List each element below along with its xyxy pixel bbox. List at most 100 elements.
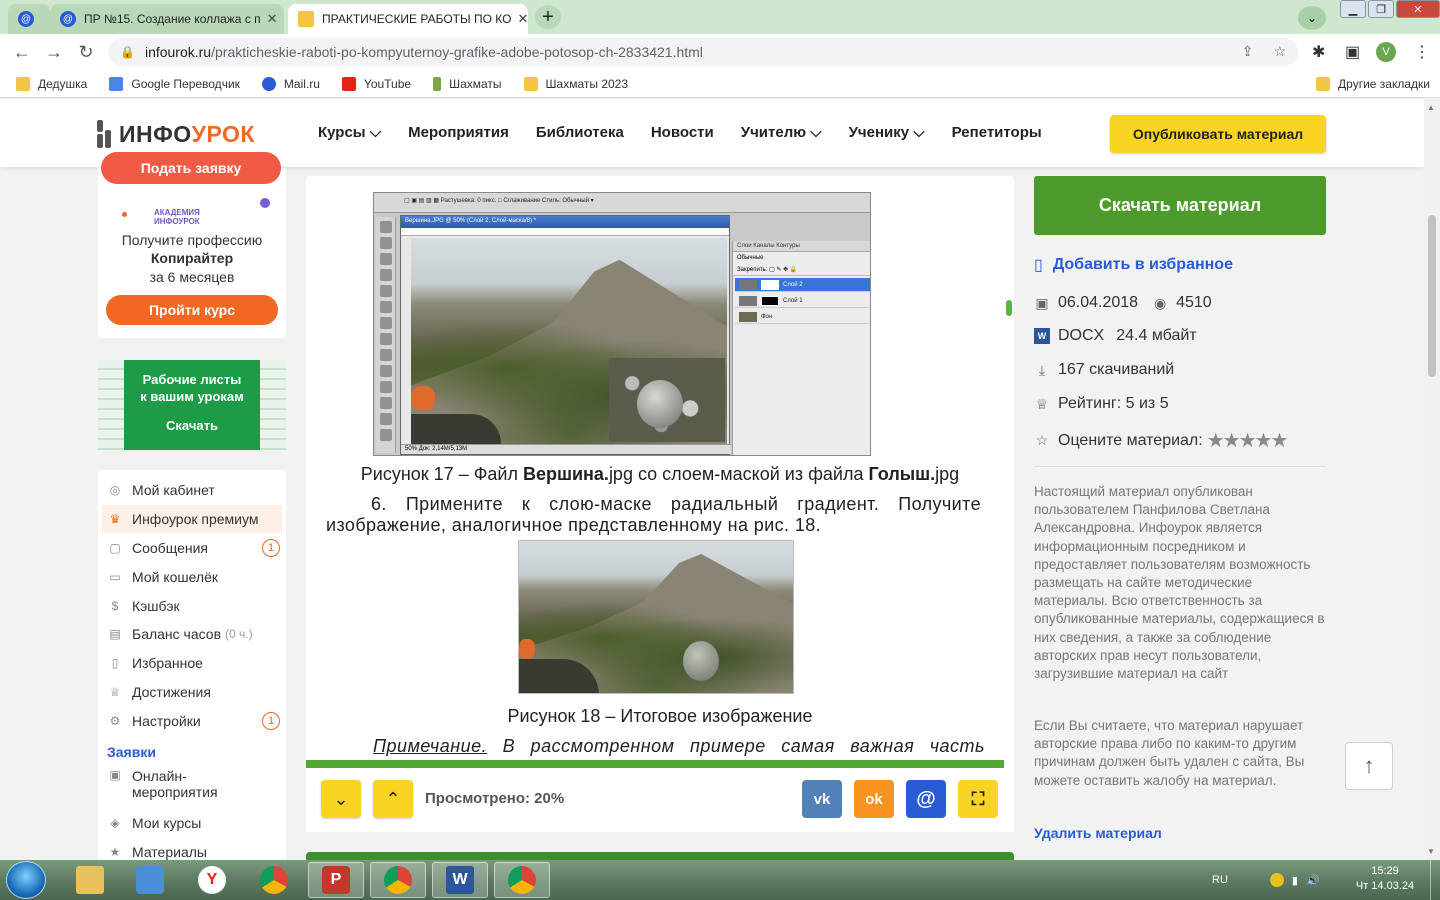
address-bar[interactable]: 🔒 infourok.ru/prakticheskie-raboti-po-ko… — [108, 38, 1298, 66]
page-scroll-thumb[interactable] — [1428, 215, 1436, 377]
new-tab-button[interactable]: + — [535, 5, 561, 29]
sidebar-item-premium[interactable]: ♛ Инфоурок премиум — [102, 505, 282, 533]
other-bookmarks[interactable]: Другие закладки — [1316, 76, 1430, 91]
bookmark-item[interactable]: Шахматы — [433, 76, 502, 91]
sidebar-item-settings[interactable]: ⚙ Настройки 1 — [102, 707, 282, 735]
back-arrow-icon[interactable]: ← — [6, 36, 38, 68]
download-material-button[interactable]: Скачать материал — [1034, 176, 1326, 235]
share-ok-button[interactable]: ok — [854, 780, 894, 818]
sidebar-item-my-courses[interactable]: ◈ Мои курсы — [102, 809, 282, 837]
sidebar-item-online-events[interactable]: ▣ Онлайн- мероприятия — [102, 768, 282, 804]
language-indicator[interactable]: RU — [1212, 874, 1228, 886]
scroll-to-top-button[interactable]: ↑ — [1345, 742, 1393, 790]
nav-courses[interactable]: Курсы ⌵ — [318, 124, 381, 141]
sidebar-item-wallet[interactable]: ▭ Мой кошелёк — [102, 563, 282, 591]
gear-icon: ⚙ — [109, 714, 121, 728]
pebble-rock — [683, 641, 719, 681]
add-to-favorites-link[interactable]: ▯ Добавить в избранное — [1034, 255, 1233, 275]
bookmark-item[interactable]: Дедушка — [16, 76, 87, 91]
bookmark-item[interactable]: Шахматы 2023 — [523, 76, 628, 91]
submit-request-button[interactable]: Подать заявку — [101, 152, 281, 184]
sidebar-item-hours[interactable]: ▤ Баланс часов (0 ч.) — [102, 620, 282, 648]
browser-menu-icon[interactable]: ⋮ — [1414, 34, 1430, 70]
nav-teacher[interactable]: Учителю ⌵ — [741, 124, 822, 141]
browser-tab-2-active[interactable]: ПРАКТИЧЕСКИЕ РАБОТЫ ПО КО ✕ — [288, 4, 528, 34]
chess-icon — [433, 76, 442, 91]
forward-arrow-icon[interactable]: → — [38, 36, 70, 68]
extensions-puzzle-icon[interactable]: ✱ — [1312, 34, 1325, 70]
sidepanel-icon[interactable]: ▣ — [1345, 34, 1360, 70]
page-up-button[interactable]: ⌃ — [373, 780, 413, 818]
nav-news[interactable]: Новости — [651, 124, 714, 141]
folder-icon — [523, 76, 538, 91]
taskbar-chrome[interactable] — [246, 862, 302, 898]
share-mail-button[interactable]: @ — [906, 780, 946, 818]
odnoklassniki-icon: ok — [865, 790, 883, 808]
document-page[interactable]: ▢ ▣ ▤ ▥ ▦ Растушевка: 0 пикс. □ Сглажива… — [306, 176, 1014, 760]
share-icon[interactable]: ⇪ — [1242, 43, 1254, 60]
document-scrollbar[interactable] — [1005, 190, 1013, 760]
rating-star-icon[interactable]: ★ — [1207, 430, 1225, 452]
reload-icon[interactable]: ↻ — [70, 36, 102, 68]
nav-events[interactable]: Мероприятия — [408, 124, 509, 141]
nav-library[interactable]: Библиотека — [536, 124, 624, 141]
rating-star-icon[interactable]: ★ — [1239, 430, 1257, 452]
taskbar-word[interactable]: W — [432, 862, 488, 898]
bookmark-star-icon[interactable]: ☆ — [1273, 43, 1286, 60]
close-window-button[interactable]: ✕ — [1396, 0, 1440, 18]
browser-tab-0[interactable]: @ — [8, 4, 50, 34]
browser-tab-bar: @ @ ПР №15. Создание коллажа с п ✕ ПРАКТ… — [0, 0, 1440, 34]
ps-layer-row: Фон — [735, 310, 870, 324]
nav-student[interactable]: Ученику ⌵ — [849, 124, 925, 141]
taskbar-app-p[interactable]: P — [308, 862, 364, 898]
rating-star-icon[interactable]: ★ — [1223, 430, 1241, 452]
sidebar-item-cashback[interactable]: $ Кэшбэк — [102, 592, 282, 620]
bookmark-item[interactable]: Google Переводчик — [109, 76, 240, 91]
banner-download[interactable]: Скачать — [98, 418, 286, 433]
profile-avatar[interactable]: V — [1376, 42, 1396, 62]
infourok-logo[interactable]: ИНФО УРОК — [97, 120, 255, 148]
publish-material-button[interactable]: Опубликовать материал — [1110, 115, 1326, 153]
signal-icon[interactable]: ▮ — [1292, 874, 1298, 887]
volume-icon[interactable]: 🔊 — [1306, 874, 1320, 887]
start-button[interactable] — [6, 861, 46, 899]
taskbar-yandex[interactable]: Y — [184, 862, 240, 898]
fullscreen-button[interactable]: ⛶ — [958, 780, 998, 818]
network-app-icon[interactable] — [1269, 873, 1284, 887]
messages-badge: 1 — [262, 539, 280, 557]
document-scroll-thumb[interactable] — [1006, 300, 1012, 316]
close-tab-icon[interactable]: ✕ — [261, 11, 278, 27]
rating-star-icon[interactable]: ★ — [1270, 430, 1288, 452]
page-down-button[interactable]: ⌄ — [321, 780, 361, 818]
sidebar-item-cabinet[interactable]: ◎ Мой кабинет — [102, 476, 282, 504]
bookmark-item[interactable]: YouTube — [341, 76, 411, 91]
maximize-button[interactable]: ❐ — [1368, 0, 1394, 18]
taskbar-explorer[interactable] — [62, 862, 118, 898]
minimize-button[interactable]: ▁ — [1340, 0, 1366, 18]
sidebar-item-achievements[interactable]: ♕ Достижения — [102, 678, 282, 706]
worksheets-banner[interactable]: Рабочие листы к вашим урокам Скачать — [98, 360, 286, 450]
browser-tab-1[interactable]: @ ПР №15. Создание коллажа с п ✕ — [50, 4, 284, 34]
share-vk-button[interactable]: vk — [802, 780, 842, 818]
take-course-button[interactable]: Пройти курс — [106, 295, 278, 325]
media-player-icon — [136, 866, 164, 894]
nav-tutors[interactable]: Репетиторы — [952, 124, 1042, 141]
close-tab-icon[interactable]: ✕ — [511, 11, 528, 27]
taskbar-media-player[interactable] — [122, 862, 178, 898]
p-app-icon: P — [322, 866, 350, 894]
taskbar-chrome-2[interactable] — [370, 862, 426, 898]
bookmark-item[interactable]: Mail.ru — [261, 76, 320, 91]
tab-search-chevron-icon[interactable]: ⌄ — [1298, 6, 1326, 30]
complaint-text: Если Вы считаете, что материал нарушает … — [1034, 718, 1305, 788]
sidebar-item-messages[interactable]: ▢ Сообщения 1 — [102, 534, 282, 562]
taskbar-chrome-3[interactable] — [494, 862, 550, 898]
delete-material-link[interactable]: Удалить материал — [1034, 825, 1162, 841]
main-nav: Курсы ⌵ Мероприятия Библиотека Новости У… — [318, 124, 1069, 141]
banner-line1: Рабочие листы — [142, 372, 242, 387]
rating-stars[interactable]: ★★★★★ — [1207, 428, 1289, 453]
sidebar-item-favorites[interactable]: ▯ Избранное — [102, 649, 282, 677]
page-scrollbar[interactable]: ▲ ▼ — [1424, 99, 1440, 860]
rating-star-icon[interactable]: ★ — [1255, 430, 1273, 452]
system-clock[interactable]: 15:29 Чт 14.03.24 — [1352, 864, 1418, 894]
show-desktop-button[interactable] — [1430, 860, 1440, 900]
